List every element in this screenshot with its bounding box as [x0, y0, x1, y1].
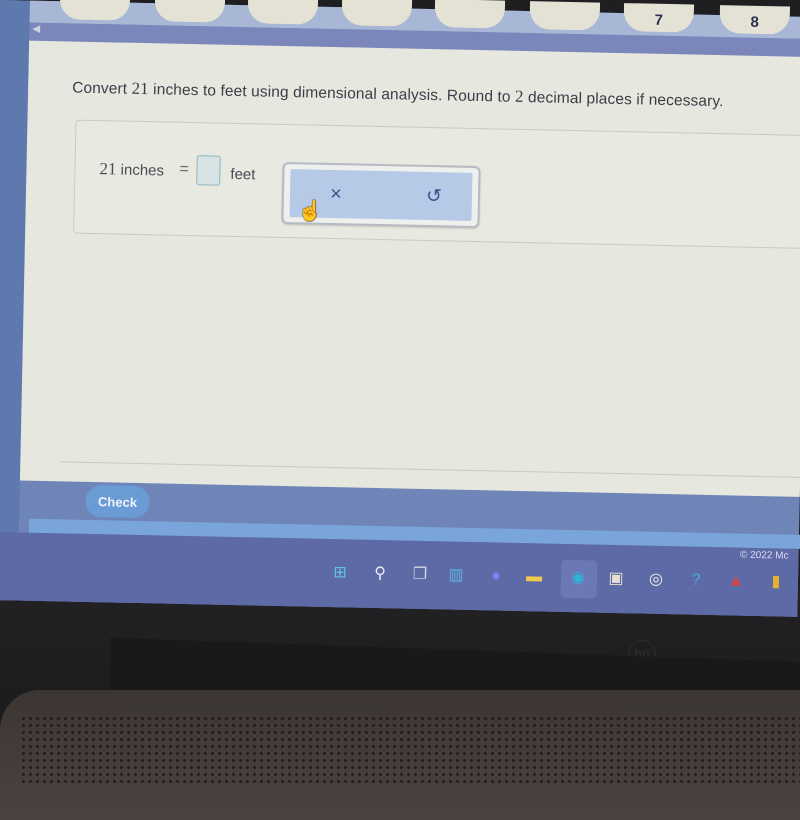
widgets-icon[interactable]: ▥ — [444, 563, 468, 587]
question-tab-8[interactable]: 8 — [719, 5, 791, 35]
undo-button[interactable]: ↺ — [414, 178, 455, 215]
rhs-unit: feet — [230, 165, 256, 184]
prompt-text: inches to feet using dimensional analysi… — [148, 81, 516, 106]
teams-chat-icon[interactable]: ● — [484, 564, 508, 588]
undo-icon: ↺ — [425, 185, 443, 207]
store-icon[interactable]: ▣ — [604, 567, 628, 591]
copyright-text: © 2022 Mc — [739, 549, 789, 562]
edge-browser-icon[interactable]: ◉ — [566, 566, 590, 590]
help-icon[interactable]: ? — [684, 568, 708, 592]
answer-input[interactable] — [196, 155, 221, 186]
lhs-quantity: 21 inches — [99, 159, 164, 180]
question-tab[interactable] — [154, 0, 226, 23]
question-tab[interactable] — [434, 0, 506, 29]
equals-sign: = — [179, 160, 190, 178]
check-button[interactable]: Check — [85, 484, 150, 519]
speaker-grille — [20, 715, 800, 785]
red-app-icon[interactable]: ▲ — [724, 569, 748, 593]
question-tab-7[interactable]: 7 — [623, 3, 695, 33]
question-tab[interactable] — [341, 0, 413, 27]
chevron-left-icon[interactable]: ◀ — [32, 24, 40, 35]
question-tab[interactable] — [59, 0, 131, 21]
windows-start-icon[interactable]: ⊞ — [328, 561, 352, 585]
lhs-number: 21 — [99, 159, 117, 179]
answer-area: 21 inches = feet × ↺ ☝ — [73, 119, 800, 250]
question-content: Convert 21 inches to feet using dimensio… — [19, 40, 800, 497]
hand-cursor-icon: ☝ — [297, 200, 323, 223]
prompt-number: 21 — [131, 78, 149, 99]
multicolor-app-icon[interactable]: ▮ — [764, 570, 788, 594]
question-tab[interactable] — [529, 1, 601, 31]
file-explorer-icon[interactable]: ▬ — [522, 565, 546, 589]
answer-tools-panel: × ↺ ☝ — [281, 161, 481, 229]
footer-divider — [60, 461, 800, 479]
prompt-text: decimal places if necessary. — [523, 88, 724, 111]
lhs-unit: inches — [120, 161, 165, 180]
close-icon: × — [329, 182, 343, 205]
search-icon[interactable]: ⚲ — [368, 562, 392, 586]
screen: 7 8 ◀ Convert 21 inches to feet using di… — [0, 0, 800, 617]
prompt-text: Convert — [71, 79, 132, 98]
task-view-icon[interactable]: ❐ — [408, 563, 432, 587]
question-prompt: Convert 21 inches to feet using dimensio… — [72, 78, 724, 112]
question-tab[interactable] — [247, 0, 319, 25]
app-circle-icon[interactable]: ◎ — [644, 568, 668, 592]
